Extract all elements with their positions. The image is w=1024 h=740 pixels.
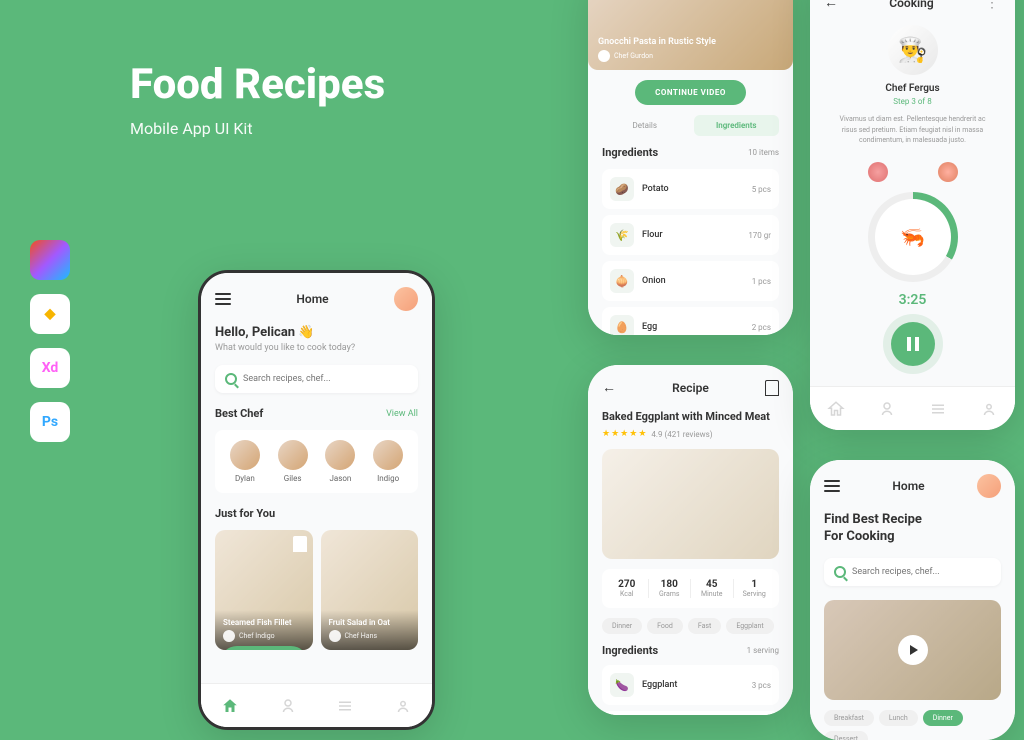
recipe-image: [602, 449, 779, 559]
page-heading: Find Best Recipe For Cooking: [824, 512, 1001, 546]
tab-ingredients[interactable]: Ingredients: [694, 115, 780, 136]
chef-item[interactable]: Jason: [321, 440, 361, 483]
chef-name: Chef Fergus: [824, 83, 1001, 94]
recipe-title: Baked Eggplant with Minced Meat: [602, 410, 779, 423]
search-input[interactable]: [243, 374, 408, 384]
tag-chip[interactable]: Dinner: [602, 618, 642, 634]
hero-subtitle: Mobile App UI Kit: [130, 119, 385, 138]
category-chip[interactable]: Dinner: [923, 710, 963, 726]
tag-chip[interactable]: Eggplant: [726, 618, 773, 634]
chef-avatar: 👨‍🍳: [888, 25, 938, 75]
tab-details[interactable]: Details: [602, 115, 688, 136]
greeting-sub: What would you like to cook today?: [215, 343, 418, 353]
search-bar[interactable]: [215, 365, 418, 393]
sketch-icon: ◆: [30, 294, 70, 334]
phone-find-recipe: Home Find Best Recipe For Cooking Breakf…: [810, 460, 1015, 740]
chef-tab-icon[interactable]: [279, 697, 297, 715]
profile-tab-icon[interactable]: [980, 400, 998, 418]
timer-value: 3:25: [824, 292, 1001, 308]
back-icon[interactable]: ←: [602, 379, 616, 396]
watch-video-button[interactable]: WATCH VIDEO: [220, 646, 308, 650]
recipe-card[interactable]: Steamed Fish FilletChef Indigo WATCH VID…: [215, 530, 313, 650]
prev-ingredient-icon[interactable]: [868, 162, 888, 182]
section-just-for-you: Just for You: [215, 507, 275, 520]
search-icon: [834, 566, 846, 578]
ingredient-row: 🧅Onion1 pcs: [602, 261, 779, 301]
list-tab-icon[interactable]: [929, 400, 947, 418]
ingredient-row: 🍅Tomato2 pcs: [602, 711, 779, 715]
pause-button[interactable]: [891, 322, 935, 366]
bookmark-icon[interactable]: [293, 536, 307, 552]
greeting: Hello, Pelican 👋: [215, 325, 418, 340]
hero-title: Food Recipes: [130, 60, 385, 109]
featured-video[interactable]: [824, 600, 1001, 700]
ingredient-row: 🥔Potato5 pcs: [602, 169, 779, 209]
tag-chip[interactable]: Fast: [688, 618, 721, 634]
chef-item[interactable]: Indigo: [368, 440, 408, 483]
tool-icons: ◆ Xd Ps: [30, 240, 70, 442]
tag-chip[interactable]: Food: [647, 618, 683, 634]
home-tab-icon[interactable]: [221, 697, 239, 715]
home-tab-icon[interactable]: [827, 400, 845, 418]
category-chip[interactable]: Dessert: [824, 731, 868, 740]
tab-bar: [810, 386, 1015, 430]
ingredient-row: 🍆Eggplant3 pcs: [602, 665, 779, 705]
tab-bar: [201, 683, 432, 727]
star-rating: ★★★★★ 4.9 (421 reviews): [602, 429, 779, 439]
step-indicator: Step 3 of 8: [824, 97, 1001, 106]
hero-text: Food Recipes Mobile App UI Kit: [130, 60, 385, 138]
section-best-chef: Best Chef: [215, 407, 263, 420]
list-tab-icon[interactable]: [336, 697, 354, 715]
timer-ring: 🦐: [868, 192, 958, 282]
recipe-hero-image: Gnocchi Pasta in Rustic StyleChef Gurdon: [588, 0, 793, 70]
user-avatar[interactable]: [394, 287, 418, 311]
figma-icon: [30, 240, 70, 280]
chef-item[interactable]: Dylan: [225, 440, 265, 483]
category-chip[interactable]: Lunch: [879, 710, 918, 726]
phone-recipe-detail: ← Recipe Baked Eggplant with Minced Meat…: [588, 365, 793, 715]
bookmark-icon[interactable]: [765, 380, 779, 396]
play-icon[interactable]: [898, 635, 928, 665]
xd-icon: Xd: [30, 348, 70, 388]
more-icon[interactable]: ⋮: [985, 0, 1001, 11]
page-title: Home: [296, 292, 328, 306]
chef-tab-icon[interactable]: [878, 400, 896, 418]
menu-icon[interactable]: [215, 293, 231, 305]
search-icon: [225, 373, 237, 385]
recipe-card[interactable]: Fruit Salad in OatChef Hans: [321, 530, 419, 650]
ps-icon: Ps: [30, 402, 70, 442]
phone-ingredients: Gnocchi Pasta in Rustic StyleChef Gurdon…: [588, 0, 793, 335]
category-chip[interactable]: Breakfast: [824, 710, 874, 726]
nutrition-stats: 270Kcal 180Grams 45Minute 1Serving: [602, 569, 779, 608]
user-avatar[interactable]: [977, 474, 1001, 498]
phone-cooking: ← Cooking ⋮ 👨‍🍳 Chef Fergus Step 3 of 8 …: [810, 0, 1015, 430]
search-bar[interactable]: [824, 558, 1001, 586]
continue-video-button[interactable]: CONTINUE VIDEO: [635, 80, 746, 105]
menu-icon[interactable]: [824, 480, 840, 492]
ingredient-row: 🥚Egg2 pcs: [602, 307, 779, 335]
back-icon[interactable]: ←: [824, 0, 838, 11]
profile-tab-icon[interactable]: [394, 697, 412, 715]
phone-home: Home Hello, Pelican 👋 What would you lik…: [198, 270, 435, 730]
step-description: Vivamus ut diam est. Pellentesque hendre…: [824, 114, 1001, 146]
ingredient-row: 🌾Flour170 gr: [602, 215, 779, 255]
chef-item[interactable]: Giles: [273, 440, 313, 483]
search-input[interactable]: [852, 567, 991, 577]
view-all-link[interactable]: View All: [386, 409, 418, 419]
next-ingredient-icon[interactable]: [938, 162, 958, 182]
